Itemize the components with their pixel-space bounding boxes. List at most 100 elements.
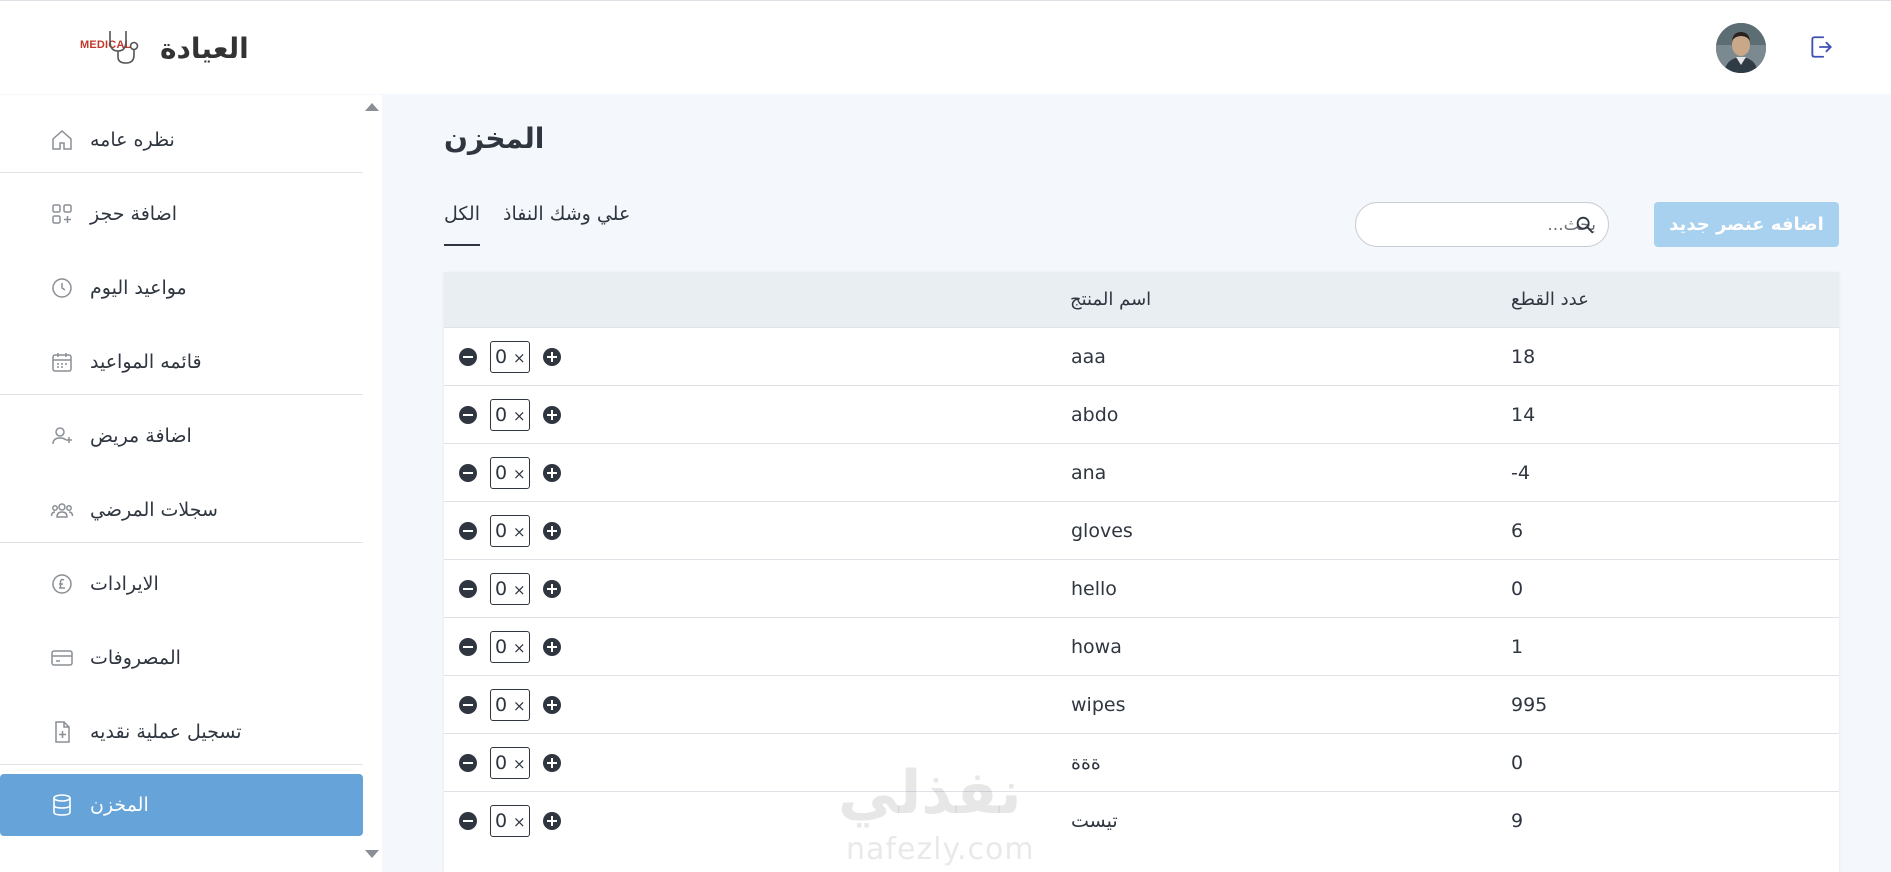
add-new-item-button[interactable]: اضافه عنصر جديد [1654,202,1839,247]
sidebar-item-patient-records[interactable]: سجلات المرضي [0,479,363,541]
decrease-qty-button[interactable] [459,348,477,366]
watermark-latin: nafezly.com [846,832,1035,867]
brand[interactable]: MEDICAL العيادة [78,23,249,73]
clear-qty-icon[interactable]: × [513,806,526,836]
increase-qty-button[interactable] [543,638,561,656]
sidebar-item-overview[interactable]: نظره عامه [0,109,363,171]
qty-field[interactable]: 0 × [490,515,530,547]
tab-low-stock[interactable]: علي وشك النفاذ [503,203,630,225]
clear-qty-icon[interactable]: × [513,516,526,546]
search-box[interactable] [1355,202,1609,247]
sidebar-divider [0,394,363,395]
piece-count: 14 [1511,404,1536,426]
qty-value: 0 [495,752,508,774]
users-icon [50,503,74,518]
increase-qty-button[interactable] [543,464,561,482]
qty-field[interactable]: 0 × [490,747,530,779]
qty-field[interactable]: 0 × [490,399,530,431]
qty-field[interactable]: 0 × [490,457,530,489]
sidebar-item-label: تسجيل عملية نقديه [90,721,242,743]
piece-count: 9 [1511,810,1524,832]
clear-qty-icon[interactable]: × [513,400,526,430]
sidebar-item-add-patient[interactable]: اضافة مريض [0,405,363,467]
file-plus-icon [55,721,70,743]
sidebar-divider [0,542,363,543]
product-name: hello [1071,578,1117,600]
sidebar: نظره عامه اضافة حجز مواعيد اليوم قائمه ا… [0,95,382,872]
sidebar-item-revenues[interactable]: الايرادات [0,553,363,615]
qty-value: 0 [495,346,508,368]
user-plus-icon [52,427,72,445]
piece-count: 0 [1511,578,1524,600]
sidebar-item-add-booking[interactable]: اضافة حجز [0,183,363,245]
table-row: 0 × hello 0 [444,559,1839,617]
user-avatar[interactable] [1716,23,1766,73]
database-icon [53,794,71,816]
table-row: 0 × تيست 9 [444,791,1839,849]
clear-qty-icon[interactable]: × [513,458,526,488]
decrease-qty-button[interactable] [459,812,477,830]
table-row: 0 × aaa 18 [444,327,1839,385]
sidebar-item-cash-transaction[interactable]: تسجيل عملية نقديه [0,701,363,763]
sidebar-item-inventory[interactable]: المخزن [0,774,363,836]
sidebar-scroll-down[interactable] [365,850,379,858]
increase-qty-button[interactable] [543,754,561,772]
qty-value: 0 [495,578,508,600]
column-header-product-name[interactable]: اسم المنتج [1070,272,1151,327]
table-header: اسم المنتج عدد القطع [444,272,1839,327]
clear-qty-icon[interactable]: × [513,574,526,604]
sidebar-item-expenses[interactable]: المصروفات [0,627,363,689]
logout-icon[interactable] [1808,34,1834,60]
clear-qty-icon[interactable]: × [513,632,526,662]
app-title: العيادة [160,31,249,65]
decrease-qty-button[interactable] [459,406,477,424]
active-tab-underline [444,244,480,246]
avatar-image [1716,23,1766,73]
decrease-qty-button[interactable] [459,580,477,598]
qty-field[interactable]: 0 × [490,631,530,663]
clear-qty-icon[interactable]: × [513,342,526,372]
tab-all[interactable]: الكل [444,203,480,225]
sidebar-item-label: اضافة حجز [90,203,178,225]
sidebar-scroll-up[interactable] [365,103,379,111]
qty-value: 0 [495,810,508,832]
sidebar-item-label: الايرادات [90,573,159,595]
clear-qty-icon[interactable]: × [513,748,526,778]
qty-value: 0 [495,694,508,716]
top-header: MEDICAL العيادة [0,0,1891,94]
sidebar-item-today-appointments[interactable]: مواعيد اليوم [0,257,363,319]
clear-qty-icon[interactable]: × [513,690,526,720]
column-header-piece-count[interactable]: عدد القطع [1511,272,1589,327]
qty-field[interactable]: 0 × [490,341,530,373]
sidebar-item-label: مواعيد اليوم [90,277,187,299]
qty-field[interactable]: 0 × [490,805,530,837]
increase-qty-button[interactable] [543,406,561,424]
decrease-qty-button[interactable] [459,754,477,772]
increase-qty-button[interactable] [543,580,561,598]
sidebar-item-label: المصروفات [90,647,181,669]
search-icon[interactable] [1574,214,1596,236]
qty-field[interactable]: 0 × [490,689,530,721]
search-input[interactable] [1400,203,1596,246]
increase-qty-button[interactable] [543,696,561,714]
piece-count: 18 [1511,346,1536,368]
sidebar-item-label: قائمه المواعيد [90,351,202,373]
increase-qty-button[interactable] [543,522,561,540]
sidebar-divider [0,764,363,765]
clinic-logo: MEDICAL [78,23,150,73]
table-row: 0 × howa 1 [444,617,1839,675]
qty-field[interactable]: 0 × [490,573,530,605]
table-row: 0 × ana -4 [444,443,1839,501]
increase-qty-button[interactable] [543,812,561,830]
piece-count: 6 [1511,520,1524,542]
product-name: wipes [1071,694,1126,716]
sidebar-item-appointments-list[interactable]: قائمه المواعيد [0,331,363,393]
increase-qty-button[interactable] [543,348,561,366]
decrease-qty-button[interactable] [459,522,477,540]
decrease-qty-button[interactable] [459,464,477,482]
qty-value: 0 [495,404,508,426]
decrease-qty-button[interactable] [459,696,477,714]
decrease-qty-button[interactable] [459,638,477,656]
table-row: 0 × wipes 995 [444,675,1839,733]
qty-value: 0 [495,636,508,658]
